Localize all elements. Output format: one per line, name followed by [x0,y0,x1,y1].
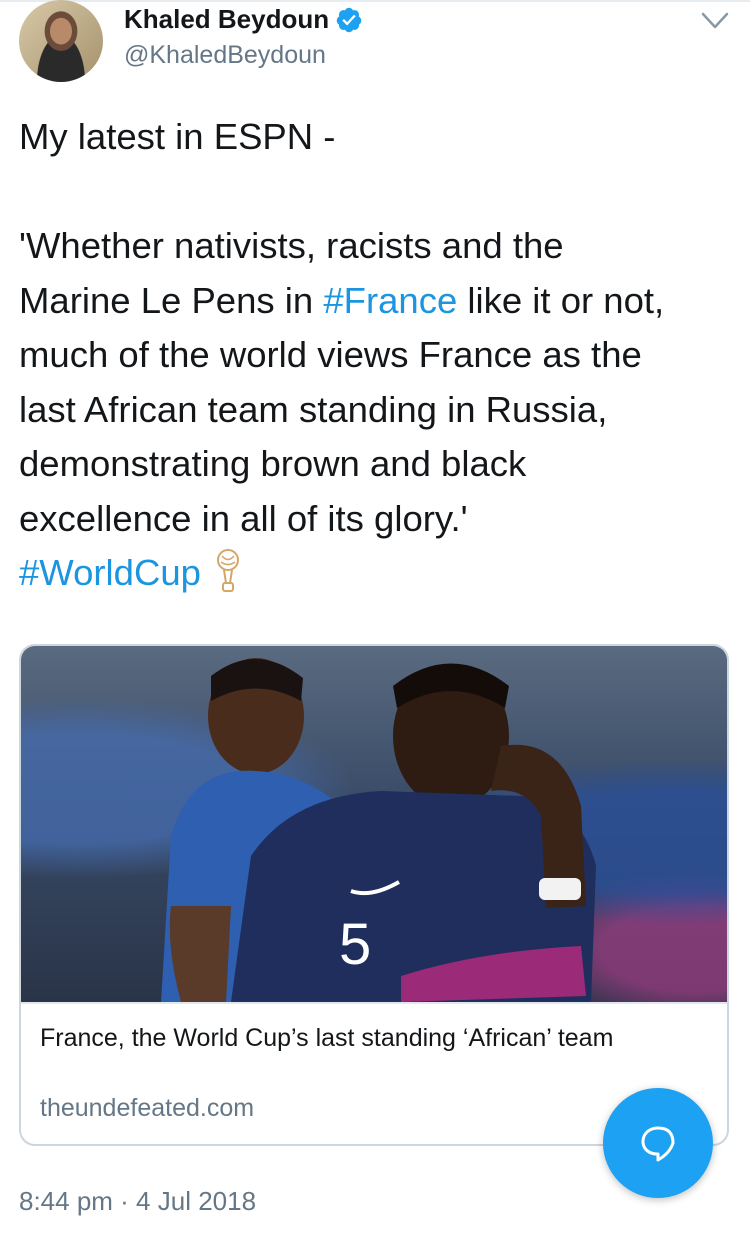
tweet-line: My latest in ESPN - [19,116,336,157]
tweet-line: #WorldCup [19,546,734,601]
tweet-line: excellence in all of its glory.' [19,497,468,539]
tweet-timestamp[interactable]: 8:44 pm · 4 Jul 2018 [19,1186,256,1217]
top-divider [0,0,750,2]
speech-bubble-icon [641,1126,675,1162]
chevron-down-icon[interactable] [700,10,730,32]
author-name[interactable]: Khaled Beydoun [124,4,329,35]
link-card[interactable]: 5 France, the World Cup’s last standing … [19,644,729,1146]
hashtag-france-link[interactable]: #France [323,280,457,321]
avatar[interactable] [19,0,103,82]
tweet-line: Marine Le Pens in #France like it or not… [19,279,665,321]
tweet-line: much of the world views France as the [19,334,642,375]
players-photo-illustration: 5 [161,658,596,1002]
hashtag-worldcup-link[interactable]: #WorldCup [19,552,201,593]
author-handle[interactable]: @KhaledBeydoun [124,41,326,70]
tweet-line: demonstrating brown and black [19,443,527,484]
link-card-image[interactable]: 5 [21,646,727,1004]
tweet-text: My latest in ESPN - 'Whether nativists, … [19,110,734,601]
tweet-line: last African team standing in Russia, [19,388,608,430]
trophy-icon [216,549,239,593]
link-card-domain[interactable]: theundefeated.com [40,1094,254,1123]
tweet-line: 'Whether nativists, racists and the [19,225,564,266]
verified-badge-icon [336,7,362,32]
author-name-row[interactable]: Khaled Beydoun [124,4,363,35]
svg-text:5: 5 [339,912,371,977]
reply-button[interactable] [603,1088,713,1198]
link-card-title[interactable]: France, the World Cup’s last standing ‘A… [40,1024,613,1053]
